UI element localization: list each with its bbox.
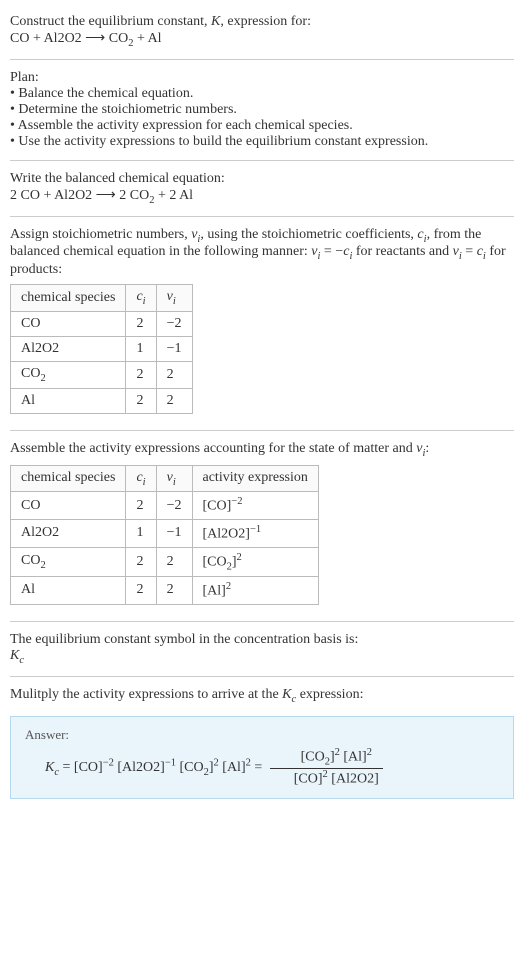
separator — [10, 59, 514, 60]
table-row: Al 2 2 — [11, 388, 193, 413]
cell-species: CO — [11, 492, 126, 520]
table-row: Al 2 2 [Al]2 — [11, 577, 319, 605]
cell-ci: 1 — [126, 520, 156, 548]
col-species: chemical species — [11, 465, 126, 492]
activity-section: Assemble the activity expressions accoun… — [10, 435, 514, 617]
separator — [10, 676, 514, 677]
table-row: CO2 2 2 [CO2]2 — [11, 547, 319, 576]
cell-vi: −1 — [156, 336, 192, 361]
separator — [10, 430, 514, 431]
fraction-numerator: [CO2]2 [Al]2 — [270, 747, 383, 768]
cell-species: Al — [11, 388, 126, 413]
answer-box: Answer: Kc = [CO]−2 [Al2O2]−1 [CO2]2 [Al… — [10, 716, 514, 798]
cell-ci: 2 — [126, 311, 156, 336]
table-row: CO 2 −2 [CO]−2 — [11, 492, 319, 520]
cell-activity: [Al]2 — [192, 577, 318, 605]
plan-section: Plan: • Balance the chemical equation. •… — [10, 64, 514, 156]
intro-text-suffix: , expression for: — [220, 14, 311, 29]
col-vi: νi — [156, 465, 192, 492]
cell-ci: 2 — [126, 577, 156, 605]
kc-symbol-section: The equilibrium constant symbol in the c… — [10, 626, 514, 672]
cell-species: Al — [11, 577, 126, 605]
cell-ci: 2 — [126, 547, 156, 576]
answer-expression: Kc = [CO]−2 [Al2O2]−1 [CO2]2 [Al]2 = [CO… — [25, 747, 499, 787]
table-row: CO2 2 2 — [11, 361, 193, 388]
answer-label: Answer: — [25, 727, 499, 743]
unbalanced-equation: CO + Al2O2 ⟶ CO2 + Al — [10, 30, 514, 49]
intro-text-prefix: Construct the equilibrium constant, — [10, 14, 211, 29]
balanced-equation: 2 CO + Al2O2 ⟶ 2 CO2 + 2 Al — [10, 187, 514, 206]
assign-section: Assign stoichiometric numbers, νi, using… — [10, 221, 514, 426]
stoich-table: chemical species ci νi CO 2 −2 Al2O2 1 −… — [10, 284, 193, 414]
cell-species: CO — [11, 311, 126, 336]
plan-bullet-2: • Determine the stoichiometric numbers. — [10, 102, 514, 118]
cell-activity: [CO2]2 — [192, 547, 318, 576]
kc-product: [CO]−2 [Al2O2]−1 [CO2]2 [Al]2 = — [74, 760, 266, 775]
plan-bullet-4: • Use the activity expressions to build … — [10, 134, 514, 150]
table-header-row: chemical species ci νi — [11, 285, 193, 312]
intro-section: Construct the equilibrium constant, K, e… — [10, 8, 514, 55]
multiply-line: Mulitply the activity expressions to arr… — [10, 687, 514, 705]
table-row: Al2O2 1 −1 — [11, 336, 193, 361]
plan-heading: Plan: — [10, 70, 514, 86]
cell-ci: 2 — [126, 388, 156, 413]
kc-symbol: Kc — [10, 648, 514, 666]
plan-bullet-3: • Assemble the activity expression for e… — [10, 118, 514, 134]
cell-activity: [Al2O2]−1 — [192, 520, 318, 548]
cell-vi: 2 — [156, 388, 192, 413]
col-ci: ci — [126, 285, 156, 312]
kc-symbol-line: The equilibrium constant symbol in the c… — [10, 632, 514, 648]
intro-K: K — [211, 14, 220, 29]
separator — [10, 160, 514, 161]
activity-heading: Assemble the activity expressions accoun… — [10, 441, 514, 459]
cell-species: CO2 — [11, 361, 126, 388]
cell-ci: 2 — [126, 361, 156, 388]
cell-species: CO2 — [11, 547, 126, 576]
cell-activity: [CO]−2 — [192, 492, 318, 520]
plan-bullet-1: • Balance the chemical equation. — [10, 86, 514, 102]
separator — [10, 216, 514, 217]
cell-species: Al2O2 — [11, 520, 126, 548]
col-vi: νi — [156, 285, 192, 312]
cell-ci: 2 — [126, 492, 156, 520]
fraction-denominator: [CO]2 [Al2O2] — [270, 769, 383, 788]
table-header-row: chemical species ci νi activity expressi… — [11, 465, 319, 492]
col-species: chemical species — [11, 285, 126, 312]
intro-line: Construct the equilibrium constant, K, e… — [10, 14, 514, 30]
cell-vi: −2 — [156, 492, 192, 520]
table-row: CO 2 −2 — [11, 311, 193, 336]
cell-species: Al2O2 — [11, 336, 126, 361]
cell-ci: 1 — [126, 336, 156, 361]
kc-fraction: [CO2]2 [Al]2[CO]2 [Al2O2] — [270, 747, 383, 787]
cell-vi: −1 — [156, 520, 192, 548]
assign-text: Assign stoichiometric numbers, νi, using… — [10, 227, 514, 279]
balanced-section: Write the balanced chemical equation: 2 … — [10, 165, 514, 212]
cell-vi: 2 — [156, 361, 192, 388]
separator — [10, 621, 514, 622]
cell-vi: 2 — [156, 547, 192, 576]
cell-vi: −2 — [156, 311, 192, 336]
col-activity: activity expression — [192, 465, 318, 492]
multiply-section: Mulitply the activity expressions to arr… — [10, 681, 514, 711]
table-row: Al2O2 1 −1 [Al2O2]−1 — [11, 520, 319, 548]
activity-table: chemical species ci νi activity expressi… — [10, 465, 319, 605]
col-ci: ci — [126, 465, 156, 492]
kc-equals: Kc = — [45, 760, 74, 775]
balanced-heading: Write the balanced chemical equation: — [10, 171, 514, 187]
cell-vi: 2 — [156, 577, 192, 605]
